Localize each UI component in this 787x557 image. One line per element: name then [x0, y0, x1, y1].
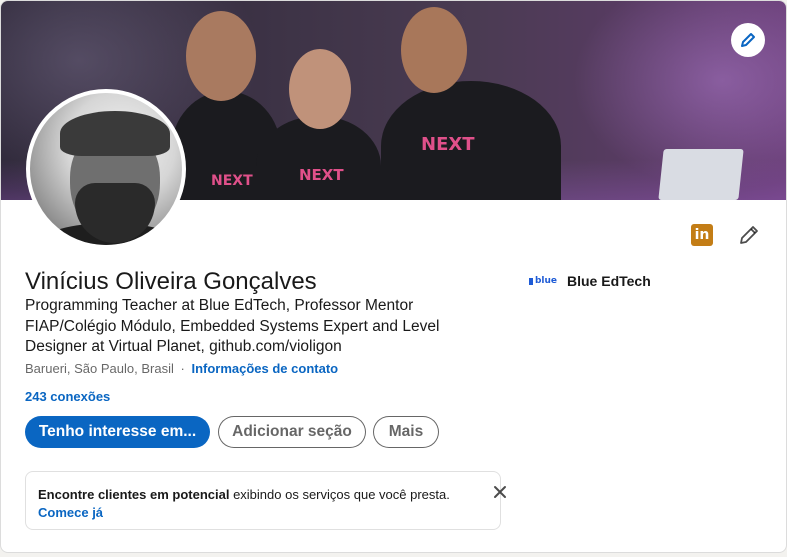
shirt-logo-left: NEXT [211, 173, 253, 189]
company-logo: blue [529, 274, 557, 288]
connections-link[interactable]: 243 conexões [25, 389, 110, 404]
pencil-icon [741, 33, 755, 47]
edit-profile-icon[interactable] [737, 223, 761, 247]
company-logo-square [529, 277, 533, 285]
contact-info-link[interactable]: Informações de contato [191, 361, 338, 376]
more-button[interactable]: Mais [373, 416, 439, 448]
open-to-button[interactable]: Tenho interesse em... [25, 416, 210, 448]
company-name: Blue EdTech [567, 273, 651, 289]
close-icon[interactable] [492, 484, 508, 500]
person-left-head [186, 11, 256, 101]
profile-headline: Programming Teacher at Blue EdTech, Prof… [25, 297, 440, 355]
linkedin-badge-icon[interactable]: in [691, 224, 713, 246]
person-middle-head [289, 49, 351, 129]
promo-rest: exibindo os serviços que você presta. [229, 487, 450, 502]
company-logo-text: blue [534, 276, 557, 286]
promo-bold: Encontre clientes em potencial [38, 487, 230, 502]
avatar[interactable] [26, 89, 186, 249]
profile-location: Barueri, São Paulo, Brasil [25, 361, 174, 376]
avatar-hair [60, 111, 170, 156]
services-promo: Encontre clientes em potencial exibindo … [25, 471, 506, 530]
shirt-logo-right: NEXT [421, 134, 475, 155]
person-right-head [401, 7, 467, 93]
promo-cta-link[interactable]: Comece já [38, 504, 488, 522]
shirt-logo-middle: NEXT [299, 166, 344, 184]
promo-text: Encontre clientes em potencial exibindo … [38, 487, 450, 502]
location-separator: · [180, 361, 185, 376]
current-company[interactable]: blue Blue EdTech [529, 273, 651, 289]
profile-name: Vinícius Oliveira Gonçalves [25, 268, 317, 295]
add-section-button[interactable]: Adicionar seção [218, 416, 366, 448]
location-row: Barueri, São Paulo, Brasil · Informações… [25, 361, 338, 376]
edit-banner-button[interactable] [731, 23, 765, 57]
banner-monitor [658, 149, 744, 200]
profile-card: NEXT NEXT NEXT in Vinícius Oliveira Gonç… [0, 0, 787, 553]
